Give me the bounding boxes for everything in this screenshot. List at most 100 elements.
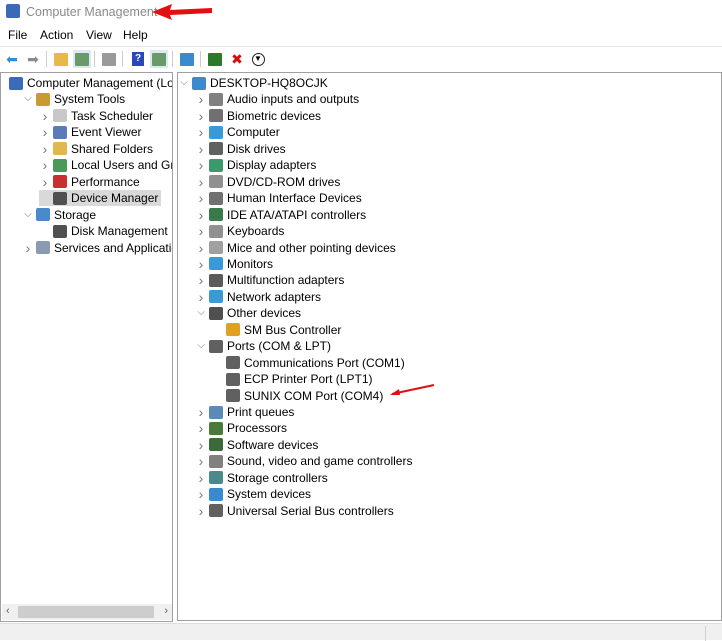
chevron-right-icon[interactable]: › xyxy=(22,240,34,256)
tree-item-multifunction-adapters[interactable]: › Multifunction adapters xyxy=(195,272,345,288)
tree-item-display-adapters[interactable]: › Display adapters xyxy=(195,157,317,173)
tree-item-network-adapters[interactable]: › Network adapters xyxy=(195,289,321,305)
menu-help[interactable]: Help xyxy=(123,28,148,42)
tree-item-desktop-hq8ocjk[interactable]: ⌵ DESKTOP-HQ8OCJK xyxy=(178,75,328,91)
chevron-right-icon[interactable]: › xyxy=(195,124,207,140)
chevron-right-icon[interactable]: › xyxy=(39,157,51,173)
tree-item-sound-video-and-game-controllers[interactable]: › Sound, video and game controllers xyxy=(195,453,413,469)
chevron-right-icon[interactable]: › xyxy=(195,223,207,239)
show-hide-console-tree-button[interactable] xyxy=(73,50,91,68)
menu-view[interactable]: View xyxy=(86,28,112,42)
back-arrow-button[interactable]: ⬅ xyxy=(3,50,21,68)
disk-icon xyxy=(53,224,67,238)
chevron-right-icon[interactable]: › xyxy=(195,157,207,173)
chevron-right-icon[interactable]: › xyxy=(195,256,207,272)
computer-management-icon xyxy=(6,4,20,18)
tree-item-label: Software devices xyxy=(227,437,319,452)
port-icon xyxy=(226,389,240,403)
tree-item-event-viewer[interactable]: › Event Viewer xyxy=(39,124,142,140)
toolbar-separator xyxy=(200,51,201,67)
tree-item-ecp-printer-port-lpt1[interactable]: ECP Printer Port (LPT1) xyxy=(212,371,372,387)
tree-item-label: Display adapters xyxy=(227,158,317,173)
tree-item-print-queues[interactable]: › Print queues xyxy=(195,404,295,420)
menu-action[interactable]: Action xyxy=(40,28,73,42)
scrollbar-thumb[interactable] xyxy=(18,606,154,618)
forward-arrow-button[interactable]: ➡ xyxy=(24,50,42,68)
tree-item-performance[interactable]: › Performance xyxy=(39,174,140,190)
chevron-right-icon[interactable]: › xyxy=(195,108,207,124)
tree-item-biometric-devices[interactable]: › Biometric devices xyxy=(195,108,321,124)
tree-item-computer-management-local[interactable]: Computer Management (Local xyxy=(5,75,172,91)
chevron-right-icon[interactable]: › xyxy=(195,272,207,288)
update-driver-button[interactable] xyxy=(206,50,224,68)
tree-item-other-devices[interactable]: ⌵ Other devices xyxy=(195,305,301,321)
chevron-down-icon[interactable]: ⌵ xyxy=(195,305,207,321)
up-folder-button[interactable] xyxy=(52,50,70,68)
sound-icon xyxy=(209,454,223,468)
tree-item-audio-inputs-and-outputs[interactable]: › Audio inputs and outputs xyxy=(195,91,359,107)
tree-item-device-manager[interactable]: Device Manager xyxy=(39,190,162,207)
download-button[interactable]: ▼ xyxy=(249,50,267,68)
chevron-right-icon[interactable]: › xyxy=(195,486,207,502)
tree-item-task-scheduler[interactable]: › Task Scheduler xyxy=(39,108,153,124)
tree-item-disk-drives[interactable]: › Disk drives xyxy=(195,141,286,157)
chevron-down-icon[interactable]: ⌵ xyxy=(195,338,207,354)
chevron-right-icon[interactable]: › xyxy=(195,404,207,420)
chevron-right-icon[interactable]: › xyxy=(195,503,207,519)
tree-item-system-tools[interactable]: ⌵ System Tools xyxy=(22,91,125,107)
tree-item-label: DVD/CD-ROM drives xyxy=(227,174,341,189)
tree-item-ports-com-lpt[interactable]: ⌵ Ports (COM & LPT) xyxy=(195,338,331,354)
back-arrow-icon: ⬅ xyxy=(6,50,18,67)
chevron-right-icon[interactable]: › xyxy=(195,174,207,190)
chevron-down-icon[interactable]: ⌵ xyxy=(22,91,34,107)
uninstall-button[interactable]: ✖ xyxy=(228,50,246,68)
chevron-right-icon[interactable]: › xyxy=(195,437,207,453)
update-driver-icon xyxy=(208,52,222,66)
chevron-right-icon[interactable]: › xyxy=(195,91,207,107)
chevron-right-icon[interactable]: › xyxy=(195,240,207,256)
chevron-right-icon[interactable]: › xyxy=(195,190,207,206)
tree-item-ide-ata-atapi-controllers[interactable]: › IDE ATA/ATAPI controllers xyxy=(195,207,367,223)
tree-item-local-users-and-groups[interactable]: › Local Users and Groups xyxy=(39,157,172,173)
tree-item-system-devices[interactable]: › System devices xyxy=(195,486,311,502)
tree-item-sm-bus-controller[interactable]: SM Bus Controller xyxy=(212,322,341,338)
chevron-right-icon[interactable]: › xyxy=(195,289,207,305)
tree-item-shared-folders[interactable]: › Shared Folders xyxy=(39,141,153,157)
chevron-right-icon[interactable]: › xyxy=(39,108,51,124)
chevron-right-icon[interactable]: › xyxy=(195,470,207,486)
scroll-right-icon[interactable]: › xyxy=(164,605,168,617)
tree-item-storage-controllers[interactable]: › Storage controllers xyxy=(195,470,328,486)
chevron-right-icon[interactable]: › xyxy=(39,141,51,157)
horizontal-scrollbar[interactable]: ‹ › xyxy=(2,604,172,620)
tree-item-processors[interactable]: › Processors xyxy=(195,420,287,436)
chevron-right-icon[interactable]: › xyxy=(195,207,207,223)
tree-item-label: Disk drives xyxy=(227,141,286,156)
chevron-right-icon[interactable]: › xyxy=(39,124,51,140)
tree-item-monitors[interactable]: › Monitors xyxy=(195,256,273,272)
tree-item-computer[interactable]: › Computer xyxy=(195,124,280,140)
help-button[interactable]: ? xyxy=(129,50,147,68)
tree-item-human-interface-devices[interactable]: › Human Interface Devices xyxy=(195,190,362,206)
tree-item-services-and-applications[interactable]: › Services and Applications xyxy=(22,240,172,256)
tree-item-mice-and-other-pointing-devices[interactable]: › Mice and other pointing devices xyxy=(195,240,396,256)
chevron-down-icon[interactable]: ⌵ xyxy=(178,75,190,91)
tree-item-communications-port-com1[interactable]: Communications Port (COM1) xyxy=(212,355,405,371)
chevron-right-icon[interactable]: › xyxy=(195,420,207,436)
tree-item-sunix-com-port-com4[interactable]: SUNIX COM Port (COM4) xyxy=(212,388,383,404)
menu-file[interactable]: File xyxy=(8,28,27,42)
properties-button[interactable] xyxy=(100,50,118,68)
scroll-left-icon[interactable]: ‹ xyxy=(6,605,10,617)
chevron-right-icon[interactable]: › xyxy=(195,141,207,157)
chevron-down-icon[interactable]: ⌵ xyxy=(22,207,34,223)
tree-item-disk-management[interactable]: Disk Management xyxy=(39,223,168,239)
tree-item-storage[interactable]: ⌵ Storage xyxy=(22,207,96,223)
scan-hardware-button[interactable] xyxy=(178,50,196,68)
chevron-right-icon[interactable]: › xyxy=(39,174,51,190)
tree-item-keyboards[interactable]: › Keyboards xyxy=(195,223,285,239)
chevron-right-icon[interactable]: › xyxy=(195,453,207,469)
tree-item-universal-serial-bus-controllers[interactable]: › Universal Serial Bus controllers xyxy=(195,503,394,519)
show-action-pane-button[interactable] xyxy=(150,50,168,68)
tree-item-dvd-cd-rom-drives[interactable]: › DVD/CD-ROM drives xyxy=(195,174,341,190)
tree-item-label: IDE ATA/ATAPI controllers xyxy=(227,207,367,222)
tree-item-software-devices[interactable]: › Software devices xyxy=(195,437,319,453)
